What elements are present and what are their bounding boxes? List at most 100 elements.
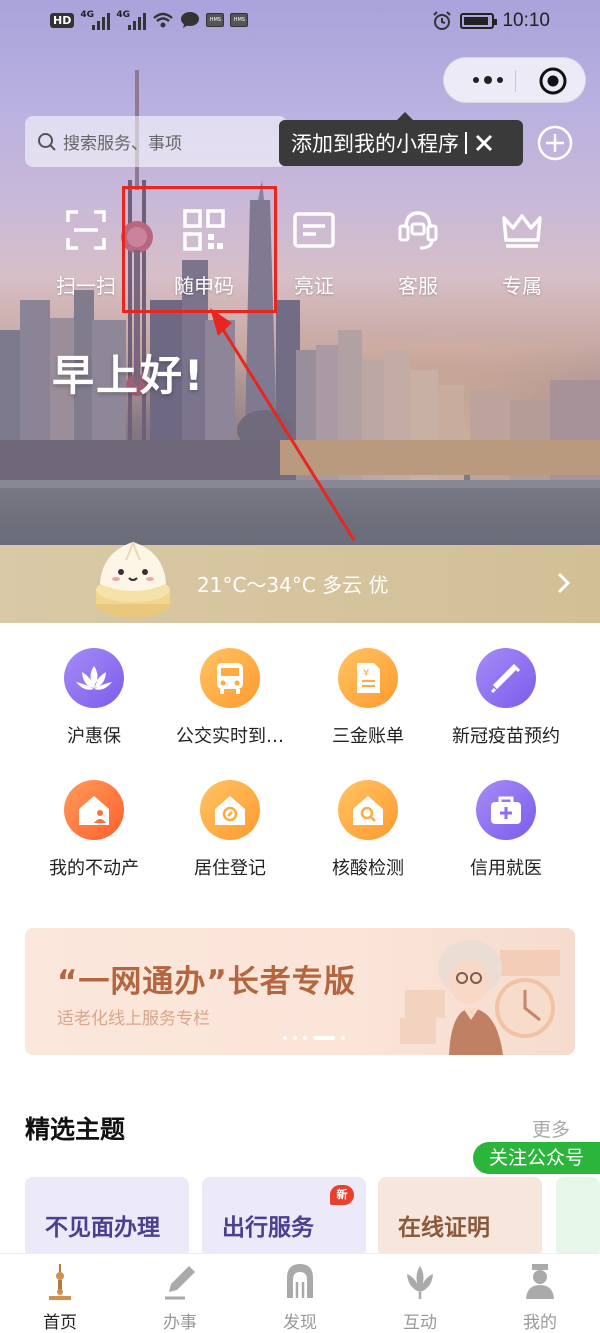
- tooltip-divider: [465, 132, 467, 154]
- tab-discover[interactable]: 发现: [240, 1254, 360, 1333]
- service-label: 我的不动产: [49, 858, 139, 879]
- greeting-text: 早上好!: [52, 351, 206, 400]
- hms-icon: HMS: [206, 13, 225, 27]
- service-real-estate[interactable]: 我的不动产: [19, 780, 169, 880]
- elderly-woman-illustration: [400, 940, 560, 1055]
- target-icon: [539, 67, 567, 95]
- new-badge: 新: [330, 1185, 354, 1205]
- hms-icon: HMS: [230, 13, 249, 27]
- service-label: 沪惠保: [67, 726, 121, 747]
- annotation-highlight-box: [122, 186, 277, 313]
- exit-miniprogram-button[interactable]: [536, 64, 570, 98]
- quick-action-label: 扫一扫: [56, 274, 116, 298]
- bottom-tab-bar: 首页 办事 发现 互动 我的: [0, 1253, 600, 1333]
- add-miniprogram-tooltip: 添加到我的小程序: [279, 112, 523, 166]
- close-icon: [475, 134, 493, 152]
- service-nucleic-test[interactable]: 核酸检测: [293, 780, 443, 880]
- miniprogram-capsule: [443, 57, 586, 103]
- service-huhuibao[interactable]: 沪惠保: [19, 648, 169, 748]
- service-three-funds[interactable]: ¥ 三金账单: [293, 648, 443, 748]
- id-card-icon: [293, 212, 335, 248]
- banner-pagination: [283, 1036, 345, 1040]
- magnolia-icon: [407, 1266, 433, 1299]
- battery-icon: [460, 13, 498, 29]
- message-icon: [181, 12, 200, 28]
- topic-card-partial[interactable]: [556, 1177, 600, 1257]
- home-tower-icon: [49, 1264, 71, 1300]
- signal-icon: 4G: [80, 10, 111, 30]
- search-bar[interactable]: 搜索服务、事项: [25, 116, 287, 167]
- service-label: 三金账单: [332, 726, 404, 747]
- house-user-icon: [64, 780, 124, 840]
- hd-indicator: HD: [50, 12, 75, 28]
- scan-icon: [66, 210, 106, 250]
- search-placeholder: 搜索服务、事项: [63, 134, 182, 154]
- tab-label: 我的: [523, 1313, 557, 1333]
- signal-icon: 4G: [116, 10, 147, 30]
- service-credit-medical[interactable]: 信用就医: [431, 780, 581, 880]
- elderly-edition-banner[interactable]: “一网通办”长者专版 适老化线上服务专栏: [25, 928, 575, 1055]
- quick-action-service[interactable]: 客服: [368, 200, 468, 299]
- quick-action-label: 亮证: [294, 274, 334, 298]
- topic-card[interactable]: 在线证明: [378, 1177, 542, 1257]
- pen-nib-icon: [165, 1266, 195, 1300]
- tab-home[interactable]: 首页: [0, 1254, 120, 1333]
- customer-service-icon: [398, 211, 438, 250]
- bus-icon: [200, 648, 260, 708]
- bill-icon: ¥: [338, 648, 398, 708]
- status-left: HD 4G 4G HMS HMS: [50, 10, 249, 30]
- topic-label: 出行服务: [222, 1215, 314, 1241]
- status-bar: HD 4G 4G HMS HMS 10:10: [0, 0, 600, 44]
- topic-card[interactable]: 不见面办理: [25, 1177, 189, 1257]
- service-label: 居住登记: [194, 858, 266, 879]
- tooltip-text: 添加到我的小程序: [291, 132, 459, 156]
- lotus-icon: [64, 648, 124, 708]
- more-dots-icon: [473, 76, 503, 84]
- quick-action-scan[interactable]: 扫一扫: [36, 200, 136, 299]
- quick-action-id[interactable]: 亮证: [264, 200, 364, 299]
- quick-action-exclusive[interactable]: 专属: [472, 200, 572, 299]
- section-title: 精选主题: [25, 1115, 126, 1144]
- steamed-bun-mascot: [95, 541, 171, 618]
- service-label: 新冠疫苗预约: [452, 726, 560, 747]
- service-bus-realtime[interactable]: 公交实时到…: [155, 648, 305, 748]
- service-label: 核酸检测: [332, 858, 404, 879]
- search-icon: [38, 132, 56, 151]
- medical-kit-icon: [476, 780, 536, 840]
- service-vaccine[interactable]: 新冠疫苗预约: [431, 648, 581, 748]
- service-residence[interactable]: 居住登记: [155, 780, 305, 880]
- banner-title: “一网通办”长者专版: [57, 964, 356, 1000]
- tab-label: 首页: [43, 1313, 77, 1333]
- chevron-right-icon: [557, 572, 571, 594]
- profile-icon: [526, 1264, 554, 1299]
- quick-action-label: 专属: [502, 274, 542, 298]
- crown-icon: [502, 214, 542, 248]
- service-label: 信用就医: [470, 858, 542, 879]
- add-circle-icon[interactable]: [536, 124, 574, 162]
- topic-card[interactable]: 出行服务 新: [202, 1177, 366, 1257]
- tab-label: 办事: [163, 1313, 197, 1333]
- weather-text: 21°C～34°C 多云 优: [197, 573, 389, 597]
- tooltip-close-button[interactable]: [475, 134, 493, 152]
- status-right: 10:10: [432, 10, 550, 32]
- follow-official-account-button[interactable]: 关注公众号: [473, 1142, 600, 1174]
- vaccine-icon: [476, 648, 536, 708]
- alarm-icon: [433, 11, 452, 30]
- service-label: 公交实时到…: [176, 726, 284, 747]
- home-search-icon: [338, 780, 398, 840]
- section-more-link[interactable]: 更多: [532, 1115, 570, 1142]
- more-button[interactable]: [460, 58, 516, 102]
- weather-bar[interactable]: 21°C～34°C 多云 优: [0, 545, 600, 623]
- quick-actions: 扫一扫 随申码 亮证 客服 专属: [0, 200, 600, 310]
- clock: 10:10: [502, 10, 550, 31]
- svg-text:¥: ¥: [363, 668, 369, 679]
- tab-label: 互动: [403, 1313, 437, 1333]
- capsule-divider: [515, 70, 516, 92]
- tab-services[interactable]: 办事: [120, 1254, 240, 1333]
- tab-mine[interactable]: 我的: [480, 1254, 600, 1333]
- tab-interact[interactable]: 互动: [360, 1254, 480, 1333]
- home-compass-icon: [200, 780, 260, 840]
- banner-subtitle: 适老化线上服务专栏: [57, 1009, 210, 1029]
- topic-label: 在线证明: [398, 1215, 490, 1241]
- topic-label: 不见面办理: [45, 1215, 160, 1241]
